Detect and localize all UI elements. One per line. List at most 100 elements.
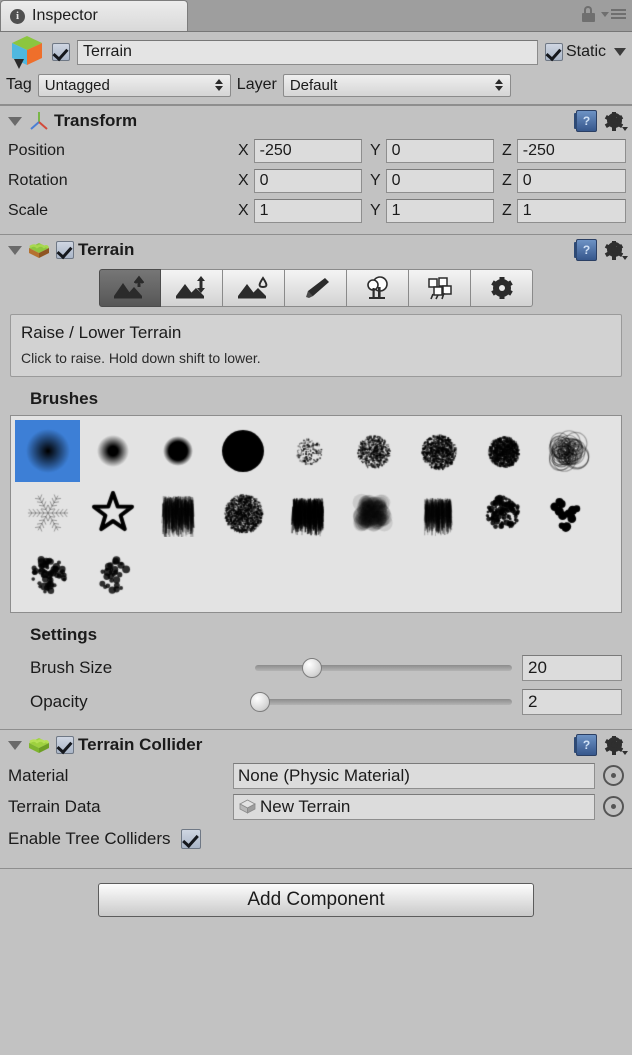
asset-box-icon: [238, 798, 257, 815]
scale-z-axis-label: Z: [502, 202, 512, 220]
transform-rotation-row: Rotation X0 Y0 Z0: [0, 166, 632, 196]
smooth-height-tool-button[interactable]: [223, 269, 285, 307]
opacity-slider-handle[interactable]: [250, 692, 270, 712]
gear-icon[interactable]: [606, 736, 625, 755]
layer-value: Default: [290, 77, 338, 94]
hamburger-menu-icon[interactable]: [601, 9, 626, 19]
static-label: Static: [566, 43, 606, 61]
terrain-collider-foldout-icon[interactable]: [8, 741, 22, 750]
terrain-data-label: Terrain Data: [8, 797, 233, 817]
position-x-axis-label: X: [238, 142, 249, 160]
scale-x-field[interactable]: 1: [254, 199, 362, 223]
help-book-icon[interactable]: ?: [576, 239, 597, 261]
static-dropdown-icon[interactable]: [614, 48, 626, 56]
brush-item[interactable]: [80, 482, 145, 544]
brush-item[interactable]: [15, 544, 80, 606]
brush-item[interactable]: [15, 420, 80, 482]
lock-icon[interactable]: [582, 6, 595, 22]
terrain-header[interactable]: Terrain ?: [0, 235, 632, 265]
terrain-settings-tool-button[interactable]: [471, 269, 533, 307]
brush-item[interactable]: [15, 482, 80, 544]
brush-item[interactable]: [80, 544, 145, 606]
brush-item[interactable]: [535, 482, 600, 544]
brush-item[interactable]: [340, 482, 405, 544]
brush-item[interactable]: [470, 482, 535, 544]
gameobject-enabled-checkbox[interactable]: [52, 43, 70, 61]
layer-label: Layer: [237, 76, 277, 94]
material-object-picker-icon[interactable]: [603, 765, 624, 786]
transform-foldout-icon[interactable]: [8, 117, 22, 126]
transform-axis-icon: [28, 110, 50, 132]
help-book-icon[interactable]: ?: [576, 734, 597, 756]
brush-item[interactable]: [145, 420, 210, 482]
gameobject-name-field[interactable]: Terrain: [77, 40, 538, 65]
terrain-foldout-icon[interactable]: [8, 246, 22, 255]
brush-item[interactable]: [275, 482, 340, 544]
gear-icon[interactable]: [606, 112, 625, 131]
position-z-field[interactable]: -250: [517, 139, 626, 163]
raise-lower-terrain-tool-button[interactable]: [99, 269, 161, 307]
add-component-button[interactable]: Add Component: [98, 883, 534, 917]
transform-position-row: Position X -250 Y0 Z -250: [0, 136, 632, 166]
paint-texture-tool-button[interactable]: [285, 269, 347, 307]
transform-header[interactable]: Transform ?: [0, 106, 632, 136]
brush-item[interactable]: [80, 420, 145, 482]
rotation-y-field[interactable]: 0: [386, 169, 494, 193]
info-icon: i: [10, 9, 25, 24]
help-book-icon[interactable]: ?: [576, 110, 597, 132]
enable-tree-colliders-label: Enable Tree Colliders: [8, 829, 171, 849]
gameobject-header: Terrain Static Tag Untagged Layer Defaul…: [0, 32, 632, 105]
scale-label: Scale: [8, 202, 238, 220]
transform-scale-row: Scale X1 Y1 Z1: [0, 196, 632, 226]
terrain-data-field[interactable]: New Terrain: [233, 794, 595, 820]
position-x-field[interactable]: -250: [254, 139, 362, 163]
position-label: Position: [8, 142, 238, 160]
brush-item[interactable]: [210, 420, 275, 482]
brush-item[interactable]: [470, 420, 535, 482]
brush-item[interactable]: [535, 420, 600, 482]
terrain-enabled-checkbox[interactable]: [56, 241, 74, 259]
terrain-collider-header-buttons: ?: [576, 734, 625, 756]
opacity-value-field[interactable]: 2: [522, 689, 622, 715]
terrain-component: Terrain ? Raise / Lower Terrain Click to…: [0, 234, 632, 729]
rotation-x-field[interactable]: 0: [254, 169, 362, 193]
static-toggle-group: Static: [545, 43, 626, 61]
opacity-label: Opacity: [30, 692, 255, 712]
brush-size-value-field[interactable]: 20: [522, 655, 622, 681]
position-y-field[interactable]: 0: [386, 139, 494, 163]
rotation-z-field[interactable]: 0: [517, 169, 626, 193]
gameobject-name-row: Terrain Static: [6, 38, 626, 66]
scale-y-field[interactable]: 1: [386, 199, 494, 223]
terrain-data-value: New Terrain: [260, 797, 350, 817]
static-checkbox[interactable]: [545, 43, 563, 61]
terrain-collider-title: Terrain Collider: [78, 735, 202, 755]
brush-item[interactable]: [405, 420, 470, 482]
terrain-collider-enabled-checkbox[interactable]: [56, 736, 74, 754]
material-field[interactable]: None (Physic Material): [233, 763, 595, 789]
tag-dropdown[interactable]: Untagged: [38, 74, 231, 97]
brushes-label: Brushes: [0, 377, 632, 415]
brush-grid: [15, 420, 621, 606]
gear-icon[interactable]: [606, 241, 625, 260]
paint-details-tool-button[interactable]: [409, 269, 471, 307]
set-height-tool-button[interactable]: [161, 269, 223, 307]
terrain-data-object-picker-icon[interactable]: [603, 796, 624, 817]
brush-item[interactable]: [210, 482, 275, 544]
brush-size-slider-handle[interactable]: [302, 658, 322, 678]
brush-item[interactable]: [145, 482, 210, 544]
layer-dropdown[interactable]: Default: [283, 74, 511, 97]
place-trees-tool-button[interactable]: [347, 269, 409, 307]
position-z-axis-label: Z: [502, 142, 512, 160]
brush-item[interactable]: [275, 420, 340, 482]
scale-z-field[interactable]: 1: [517, 199, 626, 223]
material-label: Material: [8, 766, 233, 786]
brush-item[interactable]: [405, 482, 470, 544]
brush-size-slider[interactable]: [255, 658, 512, 678]
scale-y-axis-label: Y: [370, 202, 381, 220]
terrain-collider-header[interactable]: Terrain Collider ?: [0, 730, 632, 760]
enable-tree-colliders-checkbox[interactable]: [181, 829, 201, 849]
transform-component: Transform ? Position X -250 Y0 Z -250 Rota…: [0, 105, 632, 234]
opacity-slider[interactable]: [255, 692, 512, 712]
brush-item[interactable]: [340, 420, 405, 482]
tab-inspector[interactable]: i Inspector: [0, 0, 188, 31]
